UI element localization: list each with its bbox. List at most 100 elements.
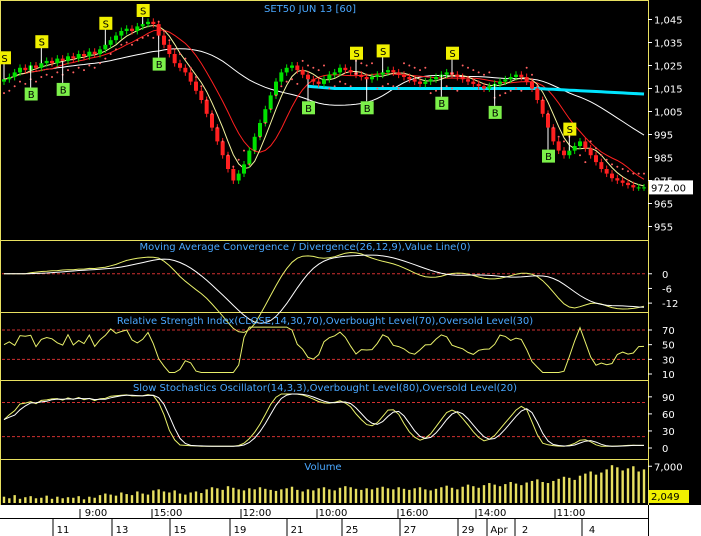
candle-body (55, 58, 60, 64)
volume-bar (312, 490, 315, 503)
sar-dot (403, 62, 405, 65)
candle-body (524, 77, 529, 82)
sar-dot (376, 87, 379, 90)
volume-bar (376, 487, 379, 503)
indicator-ytick-label: -12 (662, 299, 678, 310)
sar-dot (333, 85, 336, 88)
candle-body (23, 67, 28, 71)
volume-bar (413, 488, 416, 503)
sell-signal-label: S (140, 7, 146, 18)
candle-body (172, 54, 177, 64)
volume-bar (232, 487, 235, 503)
sar-dot (248, 163, 251, 166)
volume-bar (642, 469, 646, 503)
candle-body (199, 90, 204, 100)
candle-body (588, 148, 593, 156)
sar-dot (552, 126, 555, 129)
x-date-label: 15 (174, 525, 187, 536)
sar-dot (579, 154, 581, 157)
volume-bar (290, 486, 294, 503)
sar-dot (131, 43, 133, 46)
candle-body (220, 141, 225, 156)
volume-bar (429, 490, 432, 503)
sar-dot (643, 172, 645, 175)
volume-bar (589, 471, 592, 503)
sar-dot (605, 158, 608, 161)
sar-dot (296, 82, 299, 85)
candle-body (167, 44, 172, 54)
indicator-ytick-label: -6 (662, 284, 672, 295)
volume-bar (248, 488, 251, 503)
sar-dot (157, 20, 160, 23)
x-date-label: 25 (346, 525, 359, 536)
sar-dot (99, 62, 101, 65)
price-ytick-label: 995 (654, 131, 673, 142)
volume-bar (472, 486, 475, 503)
sar-dot (632, 172, 635, 175)
indicator-ytick-label: 70 (662, 326, 675, 337)
volume-bar (152, 490, 155, 503)
sar-dot (301, 59, 304, 62)
sar-dot (195, 76, 197, 78)
candle-body (322, 79, 326, 84)
volume-bar (504, 484, 507, 503)
sar-dot (504, 92, 507, 95)
candle-body (140, 24, 145, 27)
volume-bar (66, 497, 70, 503)
sar-dot (67, 69, 69, 72)
volume-bar (509, 482, 512, 503)
volume-bar (205, 489, 208, 503)
candle-body (12, 72, 17, 77)
volume-bar (344, 486, 347, 503)
sar-dot (275, 94, 277, 97)
candle-body (306, 74, 310, 80)
price-panel (0, 0, 649, 241)
volume-bar (530, 480, 534, 503)
buy-signal-label: B (545, 152, 552, 163)
volume-bar (109, 494, 112, 503)
candle-body (551, 127, 556, 142)
sar-dot (136, 39, 139, 42)
trend-level-line (307, 84, 645, 96)
x-time-label: 14:00 (478, 508, 507, 519)
volume-bar (568, 477, 571, 503)
sar-dot (88, 64, 91, 67)
candle-body (18, 67, 22, 73)
price-ytick-label: 955 (654, 223, 673, 234)
candle-body (236, 173, 241, 181)
sar-dot (483, 73, 485, 76)
candle-body (311, 79, 316, 82)
price-ytick-label: 1,015 (654, 85, 683, 96)
candle-body (258, 123, 262, 137)
candle-body (503, 79, 508, 82)
candle-body (359, 74, 364, 77)
volume-bar (605, 469, 608, 503)
sar-dot (291, 78, 293, 81)
sar-dot (307, 64, 309, 67)
candle-body (39, 63, 44, 68)
volume-bar (338, 487, 342, 503)
volume-bar (562, 476, 566, 503)
sar-dot (232, 165, 235, 168)
volume-bar (264, 488, 267, 503)
stock-chart[interactable]: 9559659759859951,0051,0151,0251,0351,045… (0, 0, 701, 536)
candle-body (108, 40, 113, 45)
candle-body (178, 63, 182, 68)
sar-dot (344, 82, 347, 85)
sar-dot (419, 69, 421, 72)
indicator-ytick-label: 0 (662, 270, 668, 281)
candle-body (338, 67, 342, 73)
volume-bar (8, 498, 11, 503)
price-ytick-label: 1,005 (654, 108, 683, 119)
buy-signal-label: B (364, 104, 371, 115)
x-date-label: 19 (234, 525, 247, 536)
candle-body (2, 79, 6, 82)
volume-bar (552, 480, 555, 503)
volume-bar (168, 492, 171, 503)
candle-body (642, 187, 646, 189)
sar-dot (371, 62, 373, 65)
price-ytick-label: 1,045 (654, 16, 683, 27)
indicator-ytick-label: 90 (662, 393, 675, 404)
volume-bar (450, 487, 454, 503)
volume-bar (360, 489, 363, 503)
